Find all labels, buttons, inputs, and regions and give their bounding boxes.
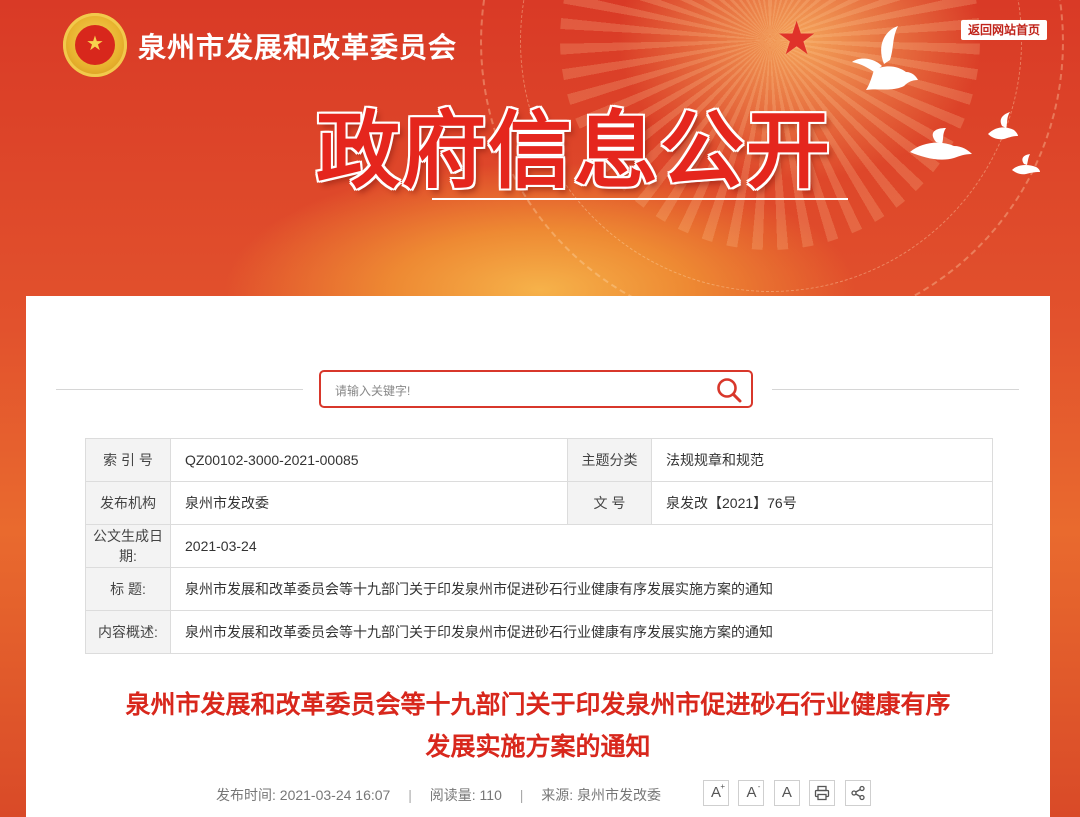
emblem-icon: ★ (63, 13, 127, 77)
publisher-value: 泉州市发改委 (170, 481, 568, 525)
article-title: 泉州市发展和改革委员会等十九部门关于印发泉州市促进砂石行业健康有序 发展实施方案… (66, 684, 1010, 768)
font-decrease-button[interactable]: A- (738, 780, 765, 806)
table-row: 索 引 号 QZ00102-3000-2021-00085 主题分类 法规规章和… (85, 438, 993, 482)
views-label: 阅读量: (429, 787, 476, 803)
divider (772, 389, 1019, 390)
banner-title: 政府信息公开 (316, 104, 833, 198)
title-label: 标 题: (85, 567, 171, 611)
star-icon: ★ (776, 12, 818, 64)
index-label: 索 引 号 (85, 438, 171, 482)
font-increase-button[interactable]: A + (703, 780, 729, 806)
share-icon (851, 785, 865, 801)
docno-label: 文 号 (567, 481, 652, 525)
print-button[interactable] (809, 780, 836, 806)
banner-underline (432, 198, 848, 200)
search-box (319, 370, 753, 408)
docno-value: 泉发改【2021】76号 (651, 481, 993, 525)
summary-value: 泉州市发展和改革委员会等十九部门关于印发泉州市促进砂石行业健康有序发展实施方案的… (170, 610, 993, 654)
title-value: 泉州市发展和改革委员会等十九部门关于印发泉州市促进砂石行业健康有序发展实施方案的… (170, 567, 993, 611)
font-increase-mark: + (720, 782, 725, 791)
dove-icon (852, 26, 918, 90)
article-tools: A + A- A (703, 780, 876, 808)
font-default-button[interactable]: A (773, 780, 800, 806)
separator: | (408, 787, 412, 803)
share-button[interactable] (844, 780, 871, 806)
separator: | (519, 787, 524, 803)
source-label: 来源: (541, 787, 574, 803)
source-value: 泉州市发改委 (577, 787, 662, 803)
date-label: 公文生成日期: (85, 524, 171, 568)
font-decrease-glyph: A (746, 784, 757, 801)
topic-label: 主题分类 (567, 438, 652, 482)
site-name[interactable]: 泉州市发展和改革委员会 (138, 26, 457, 66)
document-meta-table: 索 引 号 QZ00102-3000-2021-00085 主题分类 法规规章和… (85, 438, 993, 654)
publish-time: 2021-03-24 16:07 (279, 787, 391, 803)
table-row: 公文生成日期: 2021-03-24 (85, 524, 993, 568)
content-panel: 索 引 号 QZ00102-3000-2021-00085 主题分类 法规规章和… (26, 296, 1050, 817)
font-decrease-mark: - (757, 782, 761, 791)
dove-icon (1012, 154, 1040, 175)
table-row: 内容概述: 泉州市发展和改革委员会等十九部门关于印发泉州市促进砂石行业健康有序发… (85, 610, 993, 654)
table-row: 发布机构 泉州市发改委 文 号 泉发改【2021】76号 (85, 481, 993, 525)
table-row: 标 题: 泉州市发展和改革委员会等十九部门关于印发泉州市促进砂石行业健康有序发展… (85, 567, 993, 611)
search-icon[interactable] (715, 376, 743, 404)
font-default-glyph: A (781, 784, 792, 801)
home-link[interactable]: 返回网站首页 (961, 20, 1048, 40)
publish-time-label: 发布时间: (216, 787, 276, 803)
search-input[interactable] (333, 378, 697, 404)
article-title-line: 发展实施方案的通知 (425, 733, 651, 761)
print-icon (815, 785, 830, 801)
dove-icon (988, 112, 1018, 140)
dove-icon (910, 128, 972, 160)
summary-label: 内容概述: (85, 610, 171, 654)
publisher-label: 发布机构 (85, 481, 171, 525)
article-title-line: 泉州市发展和改革委员会等十九部门关于印发泉州市促进砂石行业健康有序 (125, 691, 951, 719)
topic-value: 法规规章和规范 (651, 438, 993, 482)
date-value: 2021-03-24 (170, 524, 993, 568)
article-info-bar: 发布时间: 2021-03-24 16:07 | 阅读量: 110 | 来源: … (216, 782, 661, 808)
views-count: 110 (479, 787, 502, 803)
divider (56, 389, 303, 390)
index-value: QZ00102-3000-2021-00085 (170, 438, 568, 482)
